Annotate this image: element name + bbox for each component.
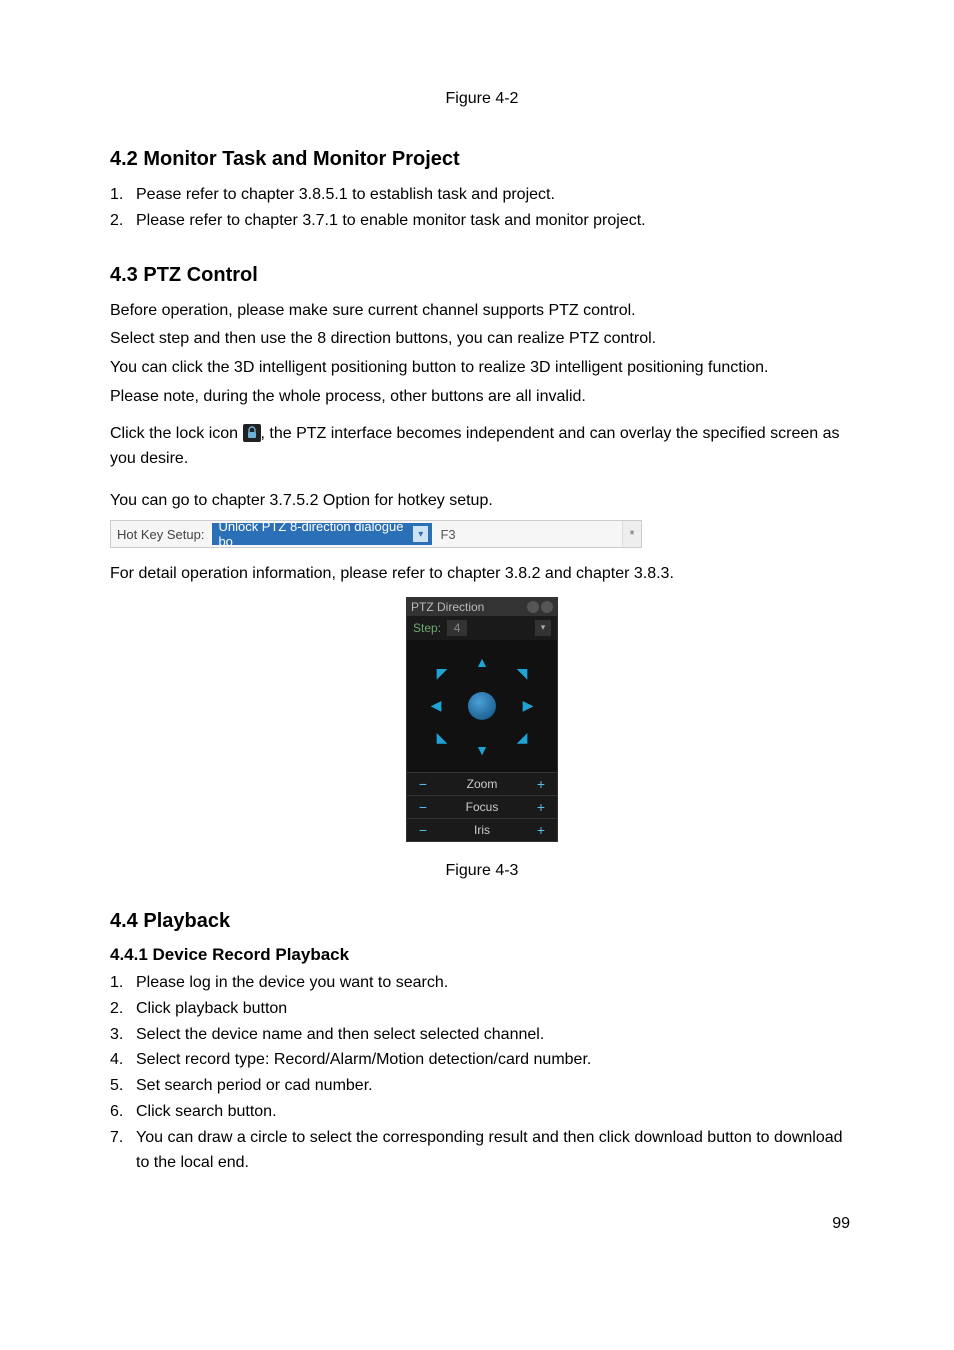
ptz-titlebar: PTZ Direction (407, 598, 557, 616)
hotkey-select[interactable]: Unlock PTZ 8-direction dialogue bo ▾ (212, 523, 432, 545)
paragraph: Before operation, please make sure curre… (110, 299, 854, 324)
list-num: 1. (110, 183, 136, 208)
list-item: 7.You can draw a circle to select the co… (110, 1126, 854, 1176)
list-item: 6.Click search button. (110, 1100, 854, 1125)
ptz-zoom-row: − Zoom + (407, 772, 557, 795)
iris-label: Iris (474, 823, 490, 837)
zoom-out-button[interactable]: − (415, 776, 431, 792)
hotkey-setup-row: Hot Key Setup: Unlock PTZ 8-direction di… (110, 520, 642, 548)
list-num: 7. (110, 1126, 136, 1176)
hotkey-required-marker: * (622, 521, 641, 547)
heading-4-4: 4.4 Playback (110, 910, 854, 933)
page: Figure 4-2 4.2 Monitor Task and Monitor … (0, 0, 954, 1283)
list-item: 3.Select the device name and then select… (110, 1023, 854, 1048)
hotkey-value[interactable]: F3 (432, 527, 622, 542)
ptz-right-button[interactable]: ▶ (514, 692, 542, 720)
iris-close-button[interactable]: − (415, 822, 431, 838)
body-4-3: Before operation, please make sure curre… (110, 299, 854, 515)
figure-caption-ptz: Figure 4-3 (110, 862, 854, 880)
list-item: 4.Select record type: Record/Alarm/Motio… (110, 1048, 854, 1073)
figure-caption-top: Figure 4-2 (110, 90, 854, 108)
step-label: Step: (413, 621, 441, 635)
paragraph: Please note, during the whole process, o… (110, 385, 854, 410)
heading-4-2: 4.2 Monitor Task and Monitor Project (110, 148, 854, 171)
focus-in-button[interactable]: + (533, 799, 549, 815)
ptz-up-button[interactable]: ▲ (468, 648, 496, 676)
ptz-down-button[interactable]: ▼ (468, 736, 496, 764)
list-item: 5.Set search period or cad number. (110, 1074, 854, 1099)
ptz-iris-row: − Iris + (407, 818, 557, 841)
lock-icon (243, 424, 261, 442)
list-text: You can draw a circle to select the corr… (136, 1126, 854, 1176)
step-value: 4 (447, 620, 467, 636)
list-text: Select the device name and then select s… (136, 1023, 544, 1048)
list-text: Please log in the device you want to sea… (136, 971, 448, 996)
paragraph: For detail operation information, please… (110, 562, 854, 587)
ptz-center-button[interactable] (468, 692, 496, 720)
list-4-4-1: 1.Please log in the device you want to s… (110, 971, 854, 1175)
list-num: 6. (110, 1100, 136, 1125)
ptz-step-row: Step: 4 ▾ (407, 616, 557, 640)
heading-4-4-1: 4.4.1 Device Record Playback (110, 945, 854, 965)
ptz-left-button[interactable]: ◀ (422, 692, 450, 720)
list-text: Pease refer to chapter 3.8.5.1 to establ… (136, 183, 555, 208)
list-num: 2. (110, 997, 136, 1022)
list-item: 1.Pease refer to chapter 3.8.5.1 to esta… (110, 183, 854, 208)
paragraph: Select step and then use the 8 direction… (110, 327, 854, 352)
list-text: Click search button. (136, 1100, 277, 1125)
list-num: 4. (110, 1048, 136, 1073)
list-item: 1.Please log in the device you want to s… (110, 971, 854, 996)
ptz-down-left-button[interactable]: ◣ (428, 724, 456, 752)
page-number: 99 (110, 1215, 854, 1233)
list-num: 2. (110, 209, 136, 234)
ptz-title-text: PTZ Direction (411, 600, 484, 614)
list-text: Click playback button (136, 997, 287, 1022)
ptz-down-right-button[interactable]: ◢ (508, 724, 536, 752)
focus-label: Focus (466, 800, 499, 814)
ptz-panel: PTZ Direction Step: 4 ▾ ▲ ◥ ▶ ◢ ▼ ◣ ◀ ◤ (406, 597, 558, 842)
heading-4-3: 4.3 PTZ Control (110, 264, 854, 287)
ptz-up-left-button[interactable]: ◤ (428, 660, 456, 688)
list-num: 3. (110, 1023, 136, 1048)
ptz-up-right-button[interactable]: ◥ (508, 660, 536, 688)
paragraph-lock: Click the lock icon , the PTZ interface … (110, 422, 854, 472)
list-text: Set search period or cad number. (136, 1074, 373, 1099)
close-icon[interactable] (541, 601, 553, 613)
ptz-direction-pad: ▲ ◥ ▶ ◢ ▼ ◣ ◀ ◤ (422, 646, 542, 766)
zoom-label: Zoom (467, 777, 498, 791)
list-num: 1. (110, 971, 136, 996)
list-item: 2.Click playback button (110, 997, 854, 1022)
minimize-icon[interactable] (527, 601, 539, 613)
list-num: 5. (110, 1074, 136, 1099)
hotkey-select-text: Unlock PTZ 8-direction dialogue bo (218, 519, 413, 549)
hotkey-label: Hot Key Setup: (111, 527, 212, 542)
list-4-2: 1.Pease refer to chapter 3.8.5.1 to esta… (110, 183, 854, 234)
list-text: Please refer to chapter 3.7.1 to enable … (136, 209, 646, 234)
paragraph: You can go to chapter 3.7.5.2 Option for… (110, 489, 854, 514)
ptz-focus-row: − Focus + (407, 795, 557, 818)
list-text: Select record type: Record/Alarm/Motion … (136, 1048, 591, 1073)
chevron-down-icon[interactable]: ▾ (535, 620, 551, 636)
lock-text-pre: Click the lock icon (110, 425, 238, 442)
focus-out-button[interactable]: − (415, 799, 431, 815)
chevron-down-icon[interactable]: ▾ (413, 526, 428, 542)
iris-open-button[interactable]: + (533, 822, 549, 838)
zoom-in-button[interactable]: + (533, 776, 549, 792)
list-item: 2.Please refer to chapter 3.7.1 to enabl… (110, 209, 854, 234)
ptz-panel-wrap: PTZ Direction Step: 4 ▾ ▲ ◥ ▶ ◢ ▼ ◣ ◀ ◤ (110, 597, 854, 842)
paragraph: You can click the 3D intelligent positio… (110, 356, 854, 381)
